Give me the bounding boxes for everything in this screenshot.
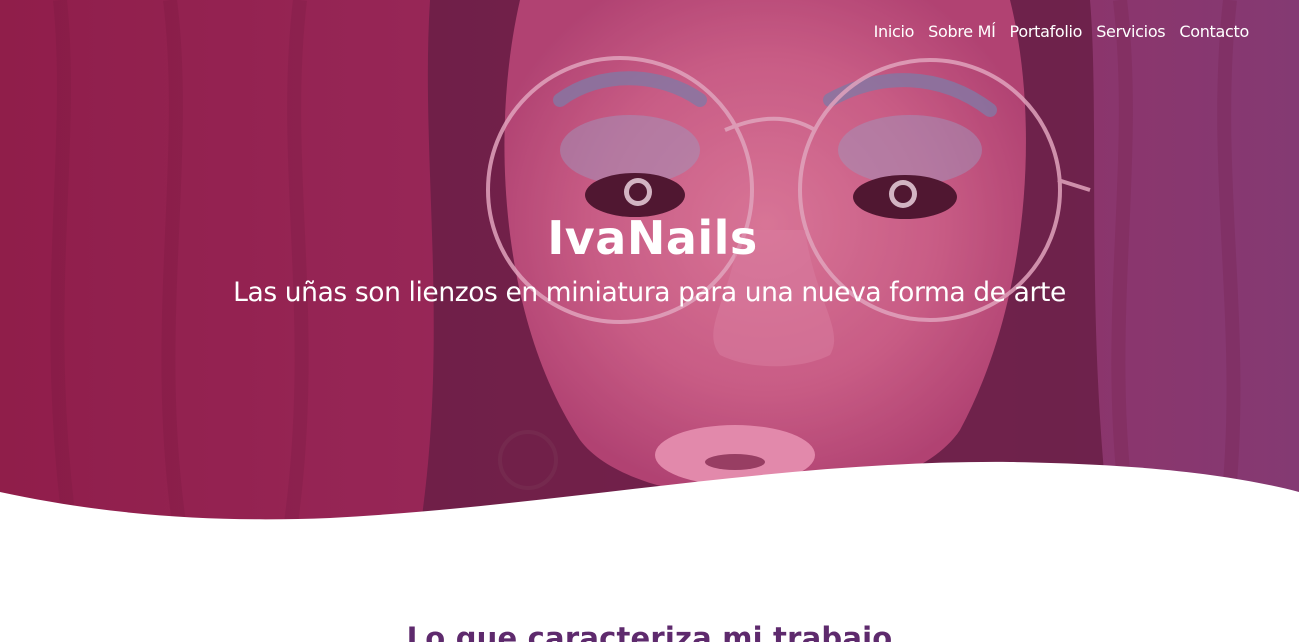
nav-item-portafolio: Portafolio [1010,20,1083,44]
nav-link-portafolio[interactable]: Portafolio [1010,22,1083,41]
main-nav: Inicio Sobre MÍ Portafolio Servicios Con… [874,20,1250,44]
nav-link-inicio[interactable]: Inicio [874,22,915,41]
nav-item-servicios: Servicios [1096,20,1165,44]
nav-link-servicios[interactable]: Servicios [1096,22,1165,41]
nav-link-sobre-mi[interactable]: Sobre MÍ [928,22,996,41]
hero-wave-divider [0,461,1299,542]
hero-subtitle: Las uñas son lienzos en miniatura para u… [233,277,1066,308]
hero-text: IvaNails Las uñas son lienzos en miniatu… [0,205,1299,315]
nav-link-contacto[interactable]: Contacto [1179,22,1249,41]
nav-item-contacto: Contacto [1179,20,1249,44]
nav-item-inicio: Inicio [874,20,915,44]
section-title: Lo que caracteriza mi trabajo [406,621,893,642]
page: Inicio Sobre MÍ Portafolio Servicios Con… [0,0,1299,642]
nav-item-sobre-mi: Sobre MÍ [928,20,996,44]
hero-title: IvaNails [547,211,758,265]
